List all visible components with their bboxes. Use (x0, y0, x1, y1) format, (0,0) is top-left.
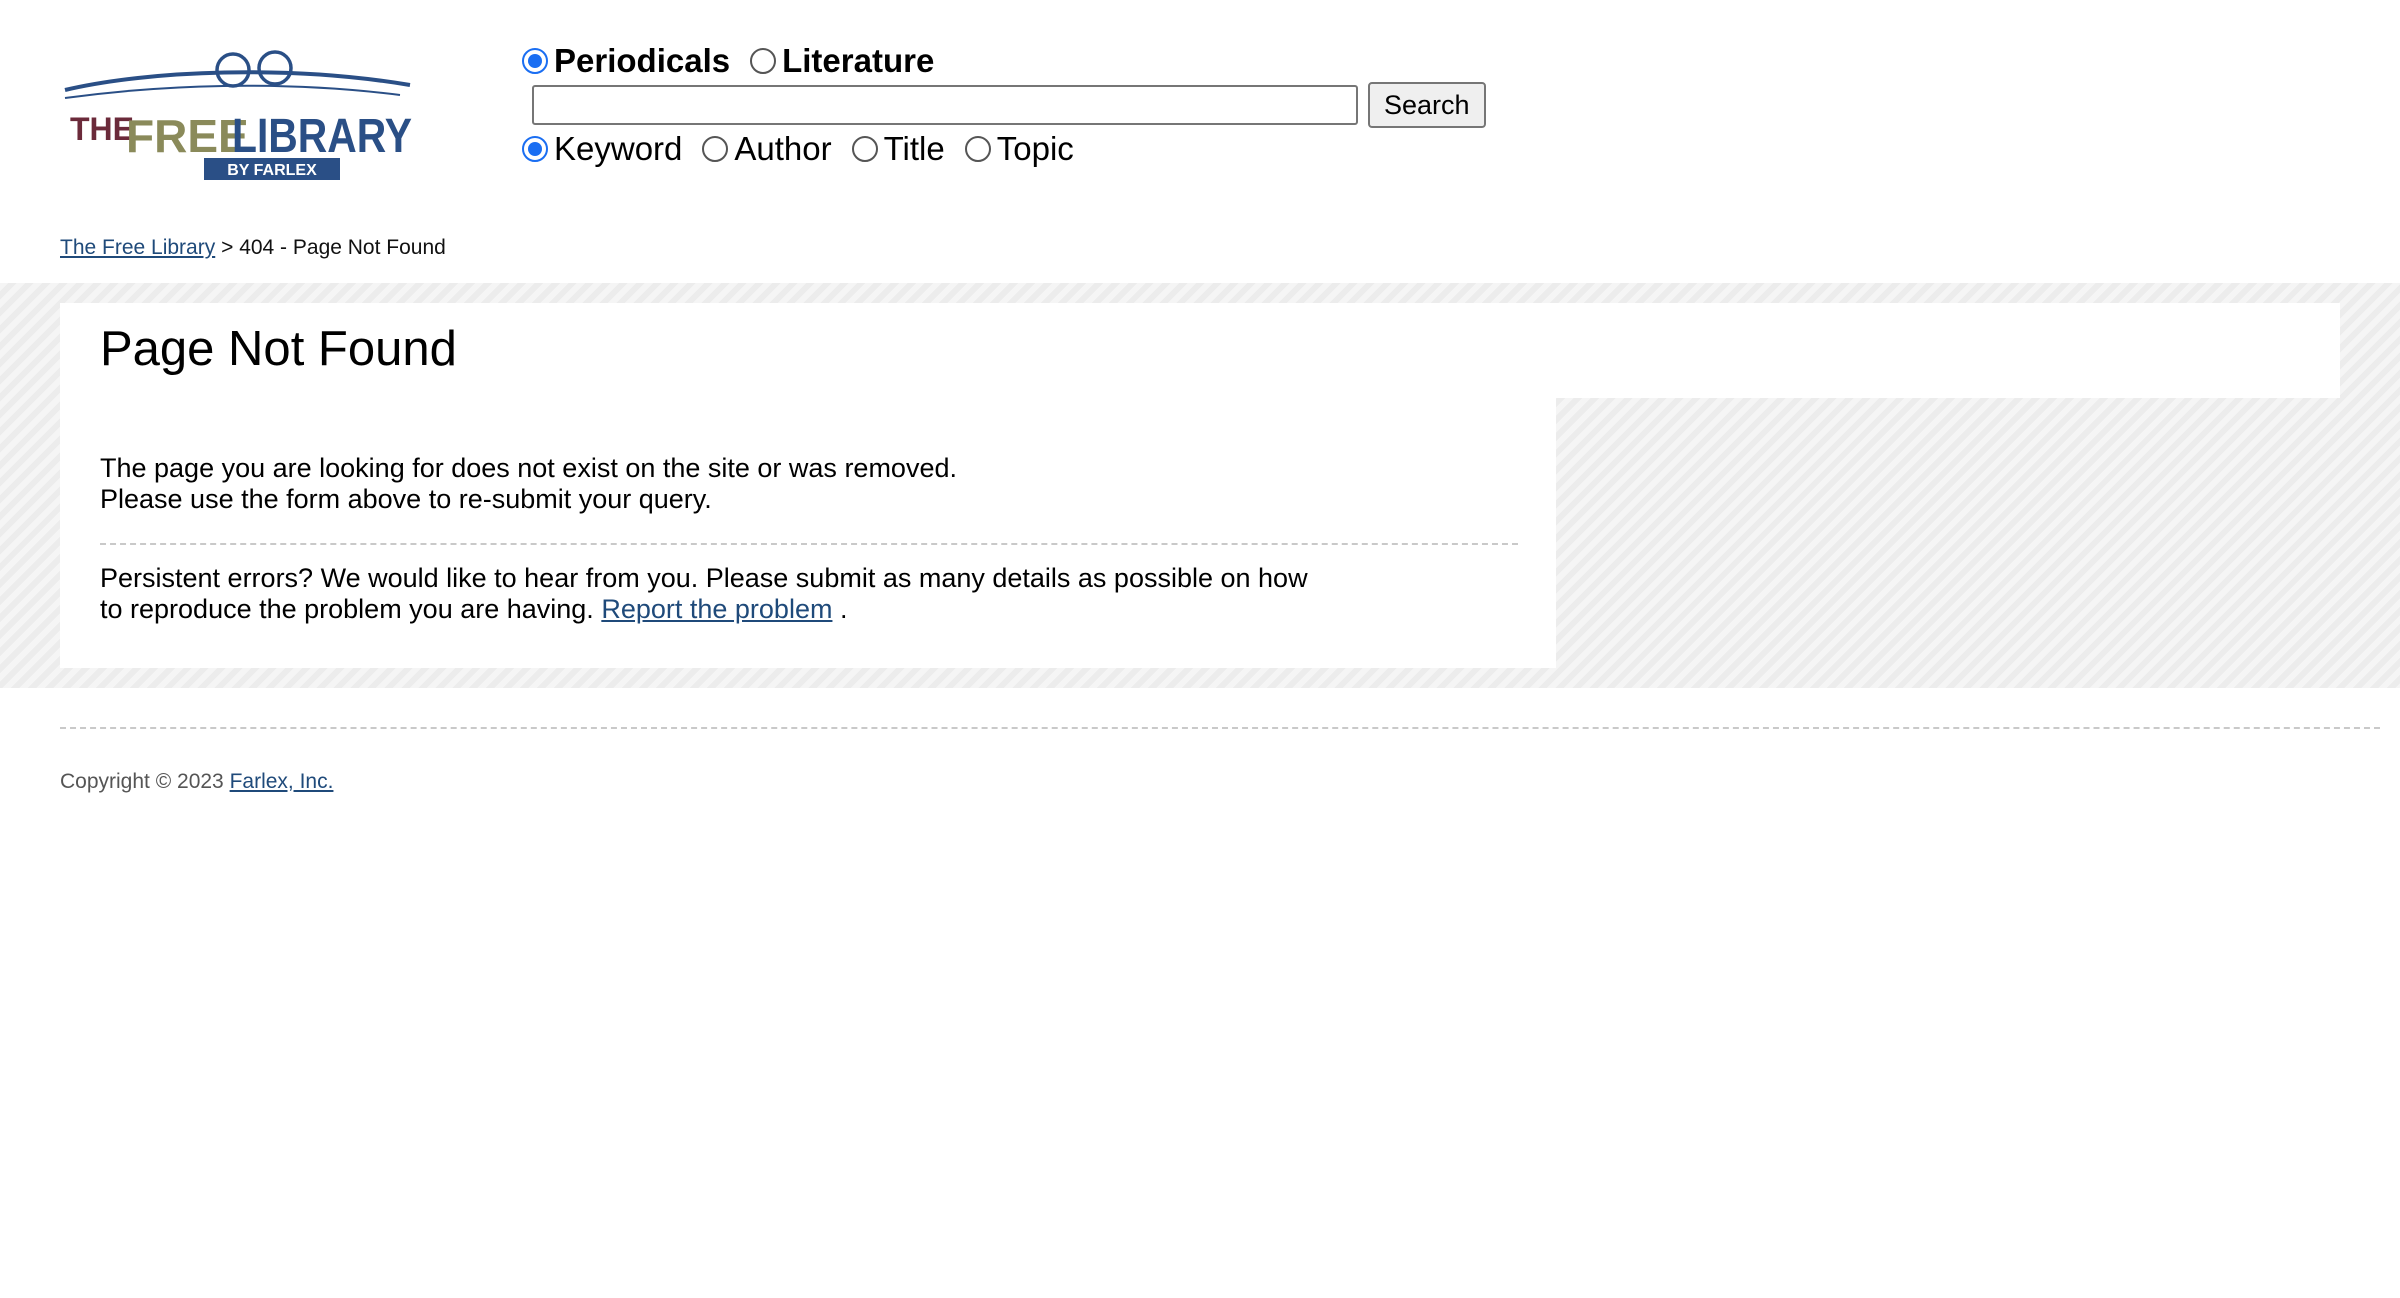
copyright: Copyright © 2023 Farlex, Inc. (60, 770, 333, 794)
search-input-row: Search (532, 82, 1486, 128)
title-panel: Page Not Found (60, 303, 2340, 398)
radio-author[interactable] (702, 136, 729, 162)
breadcrumb: The Free Library > 404 - Page Not Found (60, 236, 446, 260)
radio-keyword[interactable] (522, 136, 548, 162)
radio-label-periodicals[interactable]: Periodicals (554, 42, 730, 80)
radio-label-title[interactable]: Title (884, 130, 945, 168)
message-divider (100, 543, 1518, 545)
breadcrumb-separator: > (221, 236, 234, 259)
logo-byline: BY FARLEX (227, 162, 317, 179)
breadcrumb-current: 404 - Page Not Found (239, 236, 446, 259)
message-line-2: Please use the form above to re-submit y… (100, 484, 712, 514)
content-band: Page Not Found The page you are looking … (0, 283, 2400, 688)
logo-text-library: LIBRARY (232, 110, 412, 163)
radio-title[interactable] (851, 136, 878, 162)
search-field-options: Keyword Author Title Topic (522, 128, 1486, 170)
search-button[interactable]: Search (1368, 82, 1486, 128)
radio-label-author[interactable]: Author (734, 130, 831, 168)
radio-label-topic[interactable]: Topic (997, 130, 1074, 168)
logo-text-the: THE (70, 111, 134, 147)
header: THE FREE LIBRARY BY FARLEX Periodicals L… (0, 0, 2400, 259)
radio-literature[interactable] (750, 48, 777, 74)
footer-divider (60, 727, 2380, 729)
persistent-line-1: Persistent errors? We would like to hear… (100, 563, 1308, 593)
persistent-errors-message: Persistent errors? We would like to hear… (100, 563, 1308, 625)
radio-label-keyword[interactable]: Keyword (554, 130, 682, 168)
search-scope-options: Periodicals Literature (522, 40, 1486, 82)
logo-text-free: FREE (126, 110, 249, 162)
radio-topic[interactable] (964, 136, 991, 162)
page-title: Page Not Found (100, 322, 457, 376)
radio-label-literature[interactable]: Literature (782, 42, 934, 80)
farlex-link[interactable]: Farlex, Inc. (230, 770, 334, 793)
site-logo[interactable]: THE FREE LIBRARY BY FARLEX (60, 40, 420, 180)
copyright-text: Copyright © 2023 (60, 770, 224, 793)
not-found-message: The page you are looking for does not ex… (100, 453, 957, 515)
radio-periodicals[interactable] (522, 48, 548, 74)
persistent-line-2-period: . (839, 594, 848, 624)
search-input[interactable] (532, 85, 1358, 125)
message-panel: The page you are looking for does not ex… (60, 398, 1556, 668)
message-line-1: The page you are looking for does not ex… (100, 453, 957, 483)
report-problem-link[interactable]: Report the problem (601, 594, 832, 624)
search-form: Periodicals Literature Search Keyword Au… (522, 40, 1486, 170)
persistent-line-2-text: to reproduce the problem you are having. (100, 594, 594, 624)
breadcrumb-home-link[interactable]: The Free Library (60, 236, 215, 259)
persistent-line-2: to reproduce the problem you are having.… (100, 594, 1308, 625)
